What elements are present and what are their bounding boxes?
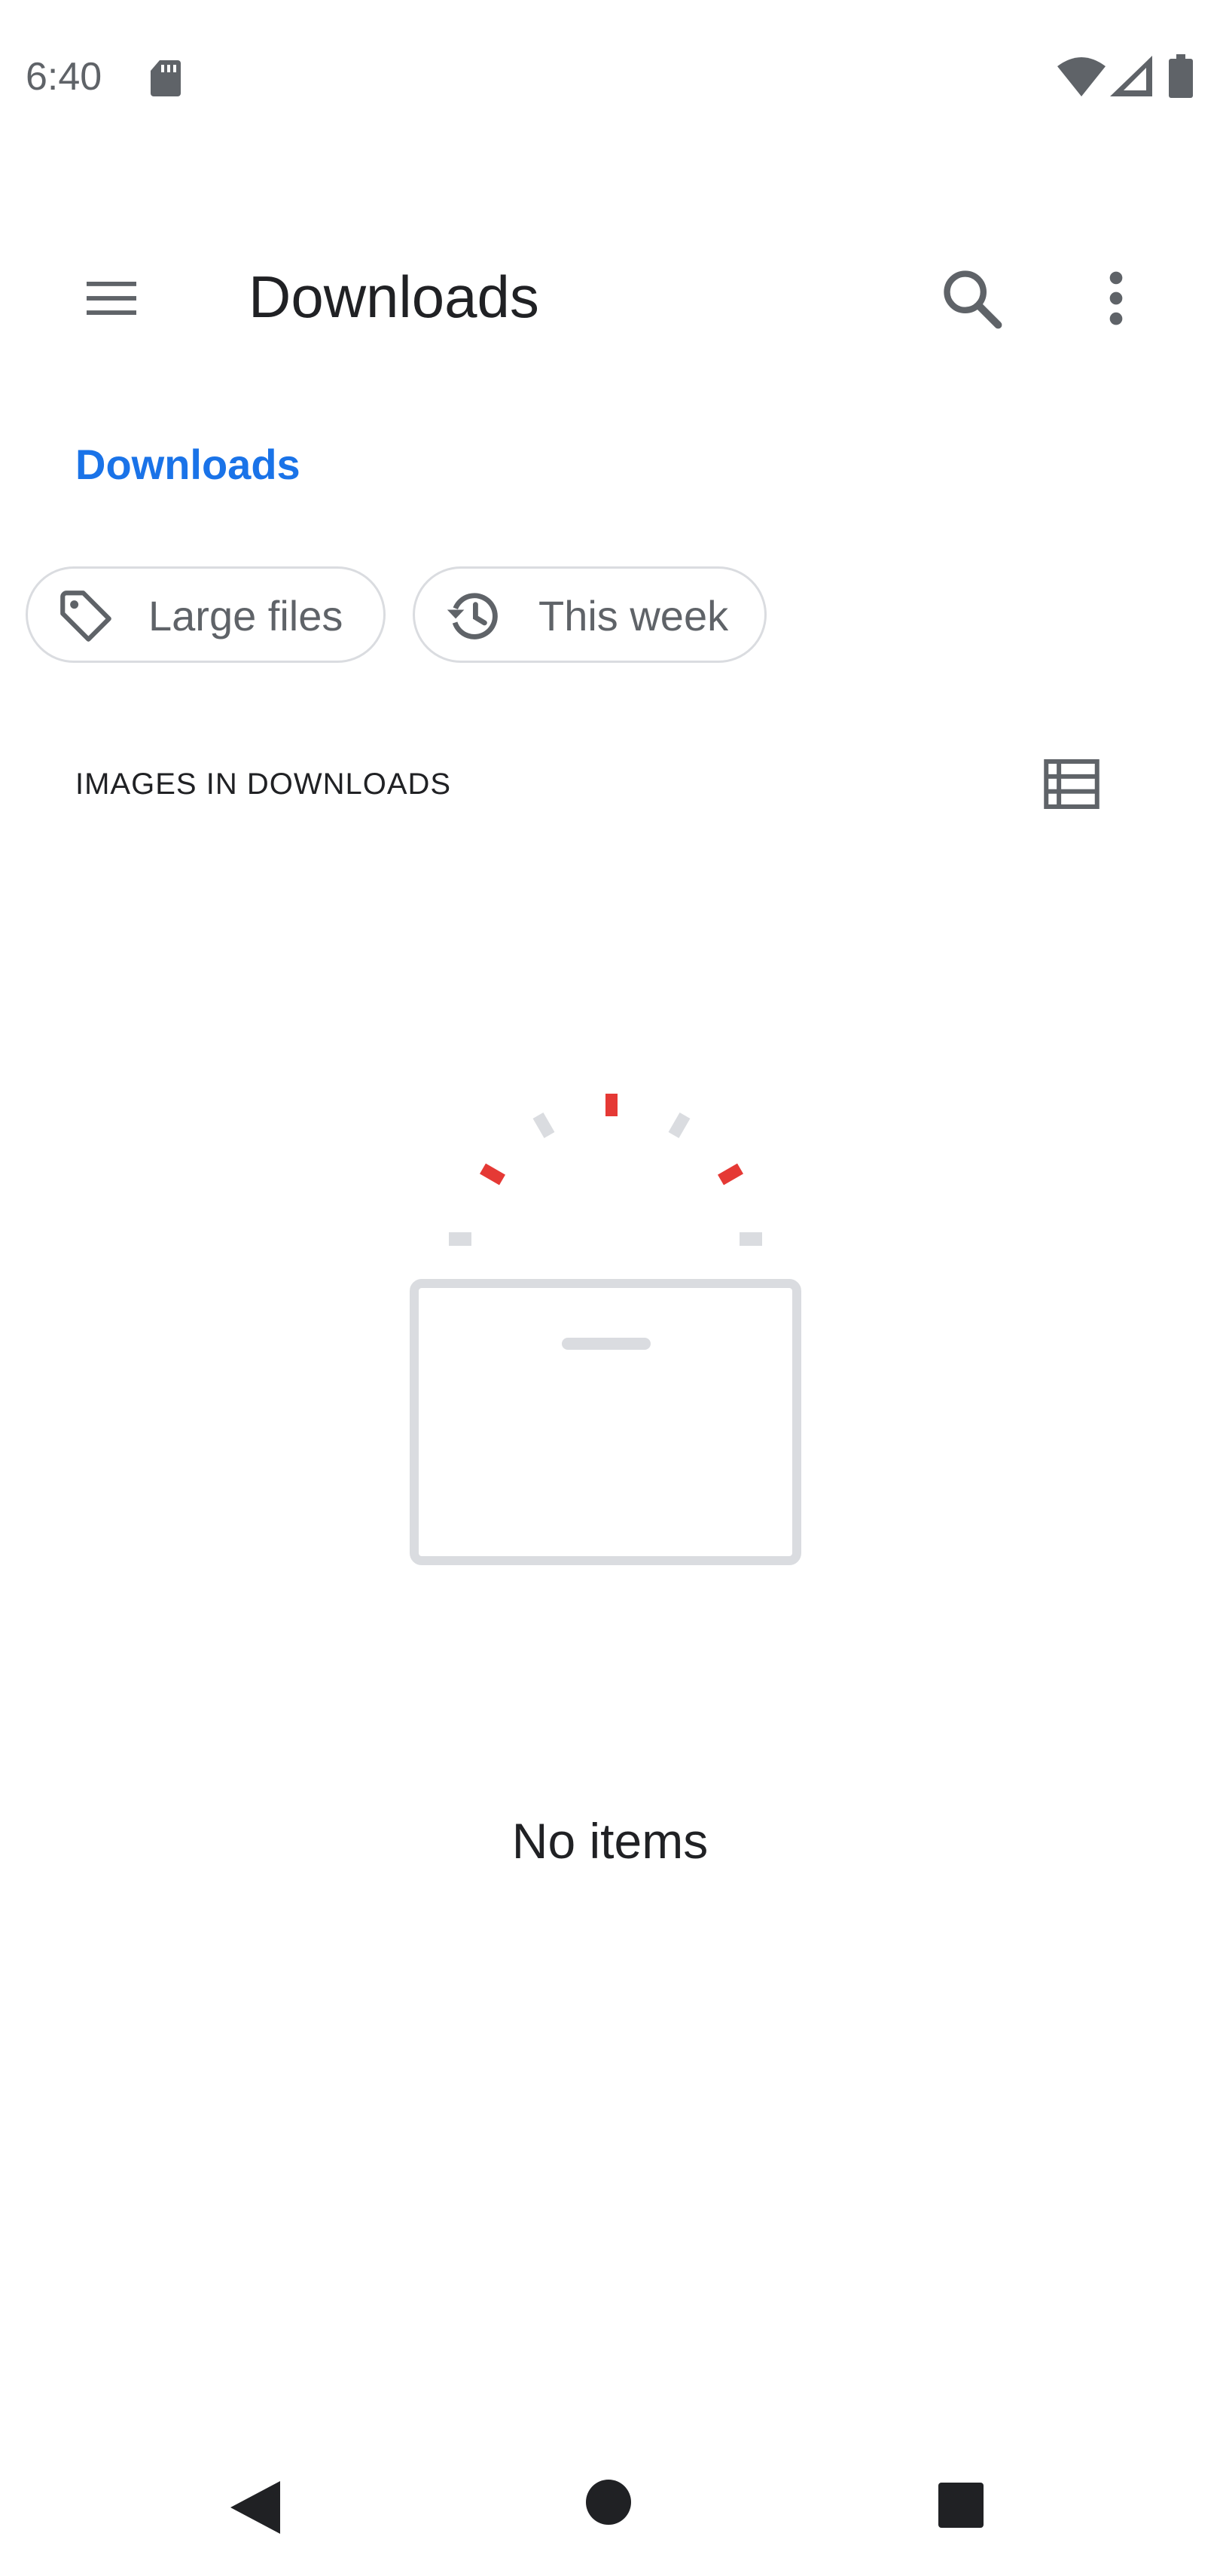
chip-this-week[interactable]: This week: [413, 566, 767, 663]
history-icon: [447, 593, 498, 639]
ray-left-lower: [449, 1232, 471, 1246]
chip-label: This week: [538, 592, 729, 639]
recents-icon[interactable]: [937, 2481, 985, 2529]
signal-icon: [1110, 56, 1152, 96]
home-icon[interactable]: [584, 2478, 633, 2526]
box-slot: [562, 1338, 651, 1350]
breadcrumb[interactable]: Downloads: [75, 440, 300, 490]
back-icon[interactable]: [226, 2478, 283, 2537]
more-vert-icon[interactable]: [1078, 261, 1154, 336]
top-app-bar: Downloads: [0, 226, 1220, 362]
list-view-icon[interactable]: [1038, 750, 1106, 818]
status-time: 6:40: [26, 55, 102, 99]
ray-left-middle: [480, 1163, 505, 1186]
ray-right-upper: [668, 1113, 691, 1138]
wifi-icon: [1057, 57, 1106, 96]
search-icon[interactable]: [934, 261, 1009, 336]
page-title: Downloads: [249, 264, 539, 330]
empty-box-illustration: [410, 1094, 801, 1565]
chip-label: Large files: [148, 592, 343, 639]
status-bar: 6:40: [0, 0, 1220, 151]
menu-icon[interactable]: [78, 265, 145, 331]
ray-center: [605, 1094, 618, 1116]
sd-card-icon: [151, 60, 181, 96]
tag-icon: [60, 591, 111, 642]
system-nav-bar: [0, 2440, 1220, 2576]
chip-large-files[interactable]: Large files: [26, 566, 386, 663]
ray-right-lower: [740, 1232, 762, 1246]
section-header: IMAGES IN DOWNLOADS: [75, 768, 452, 801]
box-outline: [410, 1279, 801, 1565]
ray-left-upper: [532, 1113, 555, 1138]
ray-right-middle: [718, 1163, 743, 1186]
battery-icon: [1169, 54, 1193, 98]
empty-message: No items: [511, 1813, 709, 1869]
